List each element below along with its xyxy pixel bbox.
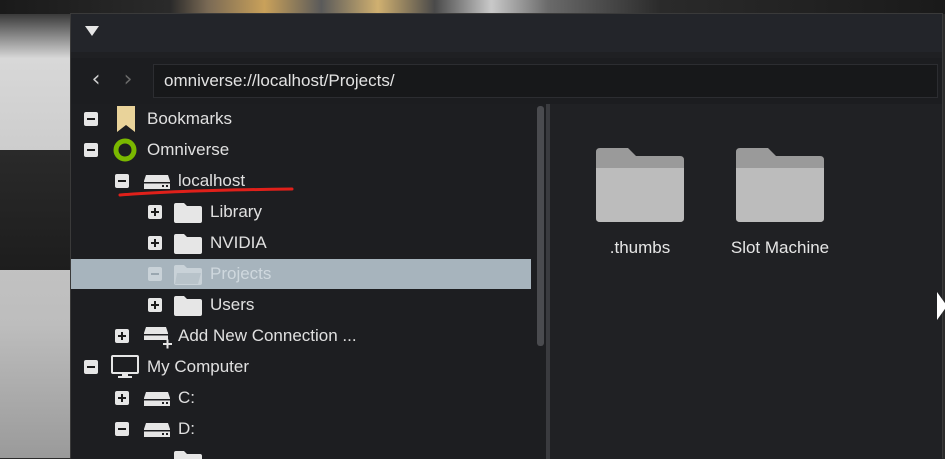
folder-content-grid: .thumbs Slot Machine	[550, 104, 942, 459]
tree-item-label: NVIDIA	[210, 233, 267, 252]
collapse-toggle-icon[interactable]	[148, 267, 162, 281]
folder-name: Slot Machine	[730, 238, 830, 257]
collapse-toggle-icon[interactable]	[115, 174, 129, 188]
tree-item-label: Users	[210, 295, 255, 314]
collapse-toggle-icon[interactable]	[84, 112, 98, 126]
folder-name: .thumbs	[609, 238, 671, 257]
tree-item-label: My Computer	[147, 357, 250, 376]
tree-item-projects[interactable]: Projects	[71, 259, 531, 289]
tree-item-label: Omniverse	[147, 140, 230, 159]
expand-toggle-icon[interactable]	[148, 236, 162, 250]
window-titlebar	[71, 14, 942, 52]
folder-icon	[174, 234, 202, 254]
tree-item-bookmarks[interactable]: Bookmarks	[71, 104, 531, 134]
annotation-underline	[118, 187, 294, 197]
expand-toggle-icon[interactable]	[115, 329, 129, 343]
file-browser-window: ‹ › omniverse://localhost/Projects/ Book…	[70, 13, 945, 459]
side-panel-arrow-icon[interactable]	[937, 292, 945, 320]
folder-large-icon	[736, 148, 824, 222]
monitor-icon	[111, 355, 139, 378]
back-button[interactable]: ‹	[85, 68, 107, 92]
omniverse-logo-icon	[113, 138, 137, 162]
tree-item-label: Add New Connection ...	[178, 326, 357, 345]
tree-item-library[interactable]: Library	[71, 197, 531, 227]
background-scene-top	[0, 0, 945, 14]
folder-large-icon	[596, 148, 684, 222]
expand-toggle-icon[interactable]	[115, 391, 129, 405]
folder-tree: Bookmarks Omniverse localhost Library NV…	[71, 104, 546, 459]
tree-item-drive-c[interactable]: C:	[71, 383, 531, 413]
collapse-toggle-icon[interactable]	[115, 422, 129, 436]
bookmark-icon	[117, 106, 135, 132]
hard-drive-icon	[144, 392, 170, 406]
add-server-icon	[144, 327, 172, 349]
collapse-toggle-icon[interactable]	[84, 143, 98, 157]
expand-toggle-icon[interactable]	[148, 205, 162, 219]
folder-tile-thumbs[interactable]: .thumbs	[580, 134, 700, 274]
hard-drive-icon	[144, 423, 170, 437]
folder-icon	[174, 203, 202, 223]
tree-item-omniverse[interactable]: Omniverse	[71, 135, 531, 165]
address-bar[interactable]: omniverse://localhost/Projects/	[153, 64, 938, 98]
folder-tile-slot-machine[interactable]: Slot Machine	[720, 134, 840, 274]
collapse-toggle-icon[interactable]	[84, 360, 98, 374]
tree-item-users[interactable]: Users	[71, 290, 531, 320]
tree-item-drive-d[interactable]: D:	[71, 414, 531, 444]
tree-item-label: Bookmarks	[147, 109, 233, 128]
collapse-triangle-icon[interactable]	[85, 26, 99, 36]
tree-item-partial	[71, 445, 531, 459]
tree-item-label: Projects	[210, 264, 272, 283]
tree-scrollbar[interactable]	[534, 106, 546, 456]
forward-button[interactable]: ›	[117, 68, 139, 92]
background-scene-shadow	[0, 150, 72, 270]
expand-toggle-icon[interactable]	[148, 298, 162, 312]
tree-item-label: Library	[210, 202, 262, 221]
tree-item-nvidia[interactable]: NVIDIA	[71, 228, 531, 258]
tree-item-my-computer[interactable]: My Computer	[71, 352, 531, 382]
tree-item-add-connection[interactable]: Add New Connection ...	[71, 321, 531, 351]
folder-icon	[174, 296, 202, 316]
navigation-toolbar: ‹ › omniverse://localhost/Projects/	[71, 58, 942, 104]
tree-item-label: D:	[178, 419, 195, 438]
open-folder-icon	[174, 265, 202, 285]
scrollbar-thumb[interactable]	[537, 106, 544, 346]
tree-item-label: C:	[178, 388, 195, 407]
